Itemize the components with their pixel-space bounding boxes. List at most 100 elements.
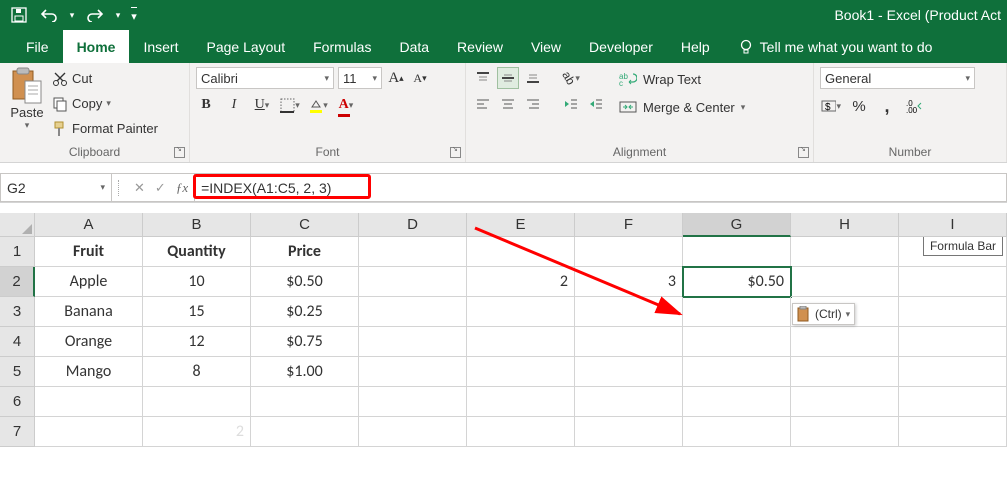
col-header-D[interactable]: D (359, 213, 467, 237)
save-icon[interactable] (6, 2, 32, 28)
cell-D4[interactable] (359, 327, 467, 357)
cell-I5[interactable] (899, 357, 1007, 387)
increase-decimal-icon[interactable]: .0.00 (904, 95, 926, 117)
cell-A5[interactable]: Mango (35, 357, 143, 387)
cancel-formula-icon[interactable]: ✕ (134, 180, 145, 196)
borders-button[interactable]: ▾ (280, 95, 300, 115)
col-header-G[interactable]: G (683, 213, 791, 237)
cell-D1[interactable] (359, 237, 467, 267)
col-header-H[interactable]: H (791, 213, 899, 237)
spreadsheet-grid[interactable]: A B C D E F G H I 1 Fruit Quantity Price… (0, 213, 1007, 447)
cell-A7[interactable] (35, 417, 143, 447)
cell-H7[interactable] (791, 417, 899, 447)
cut-button[interactable]: Cut (52, 67, 158, 90)
cell-A2[interactable]: Apple (35, 267, 143, 297)
percent-format-icon[interactable]: % (848, 95, 870, 117)
merge-center-button[interactable]: Merge & Center▾ (619, 95, 745, 119)
paste-options-smarttag[interactable]: (Ctrl) ▾ (792, 303, 855, 325)
cell-F6[interactable] (575, 387, 683, 417)
cell-I7[interactable] (899, 417, 1007, 447)
cell-E2[interactable]: 2 (467, 267, 575, 297)
cell-B6[interactable] (143, 387, 251, 417)
col-header-I[interactable]: I (899, 213, 1007, 237)
formula-input[interactable]: =INDEX(A1:C5, 2, 3) (195, 173, 1007, 202)
cell-G5[interactable] (683, 357, 791, 387)
col-header-A[interactable]: A (35, 213, 143, 237)
increase-indent-icon[interactable] (585, 93, 607, 115)
cell-B2[interactable]: 10 (143, 267, 251, 297)
alignment-dialog-launcher[interactable] (798, 147, 809, 158)
align-bottom-icon[interactable] (522, 67, 544, 89)
cell-A1[interactable]: Fruit (35, 237, 143, 267)
row-header-4[interactable]: 4 (0, 327, 35, 357)
align-left-icon[interactable] (472, 93, 494, 115)
cell-H1[interactable] (791, 237, 899, 267)
cell-H6[interactable] (791, 387, 899, 417)
cell-B3[interactable]: 15 (143, 297, 251, 327)
bold-button[interactable]: B (196, 95, 216, 115)
decrease-font-icon[interactable]: A▾ (410, 68, 430, 88)
accounting-format-icon[interactable]: $▾ (820, 95, 842, 117)
fx-icon[interactable]: ƒx (176, 180, 188, 196)
cell-F3[interactable] (575, 297, 683, 327)
cell-I4[interactable] (899, 327, 1007, 357)
font-color-button[interactable]: A▾ (336, 95, 356, 115)
row-header-2[interactable]: 2 (0, 267, 35, 297)
number-format-select[interactable]: General▾ (820, 67, 975, 89)
cell-C4[interactable]: $0.75 (251, 327, 359, 357)
row-header-5[interactable]: 5 (0, 357, 35, 387)
italic-button[interactable]: I (224, 95, 244, 115)
cell-F4[interactable] (575, 327, 683, 357)
cell-I3[interactable] (899, 297, 1007, 327)
align-middle-icon[interactable] (497, 67, 519, 89)
cell-D2[interactable] (359, 267, 467, 297)
redo-dropdown[interactable]: ▾ (112, 2, 124, 28)
format-painter-button[interactable]: Format Painter (52, 117, 158, 140)
redo-icon[interactable] (82, 2, 108, 28)
cell-C7[interactable] (251, 417, 359, 447)
comma-format-icon[interactable]: , (876, 95, 898, 117)
tab-data[interactable]: Data (385, 30, 443, 63)
tab-review[interactable]: Review (443, 30, 517, 63)
row-header-6[interactable]: 6 (0, 387, 35, 417)
tab-formulas[interactable]: Formulas (299, 30, 385, 63)
cell-E3[interactable] (467, 297, 575, 327)
col-header-F[interactable]: F (575, 213, 683, 237)
row-header-3[interactable]: 3 (0, 297, 35, 327)
cell-G1[interactable] (683, 237, 791, 267)
underline-button[interactable]: U▾ (252, 95, 272, 115)
cell-B5[interactable]: 8 (143, 357, 251, 387)
tab-help[interactable]: Help (667, 30, 724, 63)
align-right-icon[interactable] (522, 93, 544, 115)
row-header-7[interactable]: 7 (0, 417, 35, 447)
undo-icon[interactable] (36, 2, 62, 28)
tab-file[interactable]: File (12, 30, 63, 63)
font-size-select[interactable]: 11▾ (338, 67, 382, 89)
cell-F5[interactable] (575, 357, 683, 387)
copy-button[interactable]: Copy▾ (52, 92, 158, 115)
decrease-indent-icon[interactable] (560, 93, 582, 115)
cell-I2[interactable] (899, 267, 1007, 297)
wrap-text-button[interactable]: abc Wrap Text (619, 67, 745, 91)
tab-insert[interactable]: Insert (129, 30, 192, 63)
tab-developer[interactable]: Developer (575, 30, 667, 63)
tab-home[interactable]: Home (63, 30, 130, 63)
col-header-E[interactable]: E (467, 213, 575, 237)
cell-D3[interactable] (359, 297, 467, 327)
cell-H4[interactable] (791, 327, 899, 357)
cell-G7[interactable] (683, 417, 791, 447)
font-dialog-launcher[interactable] (450, 147, 461, 158)
cell-C1[interactable]: Price (251, 237, 359, 267)
cell-I6[interactable] (899, 387, 1007, 417)
cell-E1[interactable] (467, 237, 575, 267)
cell-I1[interactable] (899, 237, 1007, 267)
cell-D7[interactable] (359, 417, 467, 447)
cell-C3[interactable]: $0.25 (251, 297, 359, 327)
cell-A6[interactable] (35, 387, 143, 417)
cell-G6[interactable] (683, 387, 791, 417)
increase-font-icon[interactable]: A▴ (386, 68, 406, 88)
cell-D5[interactable] (359, 357, 467, 387)
cell-H2[interactable] (791, 267, 899, 297)
select-all-corner[interactable] (0, 213, 35, 237)
cell-D6[interactable] (359, 387, 467, 417)
